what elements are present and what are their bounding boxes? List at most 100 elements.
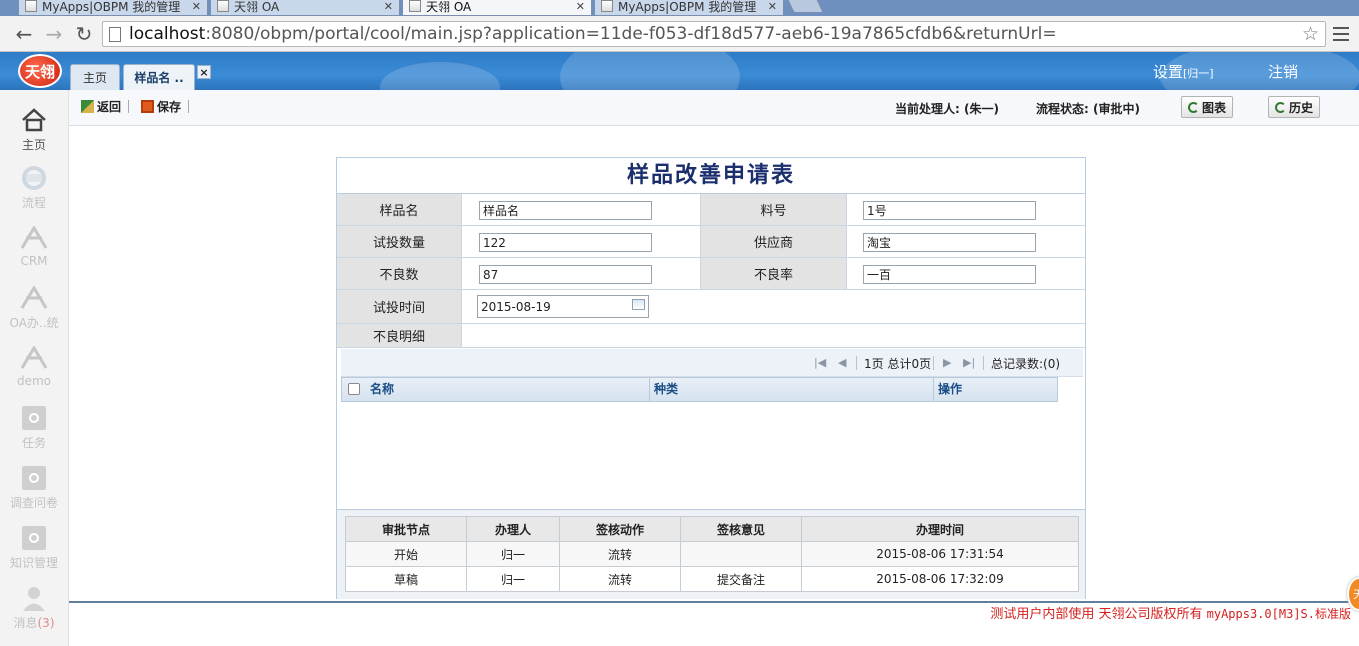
form-title: 样品改善申请表 <box>337 158 1085 194</box>
footer-copyright: 测试用户内部使用 天翎公司版权所有 myApps3.0[M3]S.标准版 <box>990 603 1351 622</box>
header-cloud-decoration <box>380 62 500 90</box>
cell: 122 <box>462 226 701 258</box>
column-header-action[interactable]: 操作 <box>934 378 1057 401</box>
save-icon <box>141 100 154 113</box>
supplier-input[interactable]: 淘宝 <box>863 233 1036 252</box>
chart-button[interactable]: 图表 <box>1181 96 1234 118</box>
refresh-icon <box>1275 101 1286 113</box>
browser-menu-icon[interactable] <box>1331 24 1351 44</box>
label-supplier: 供应商 <box>701 226 847 258</box>
label-defect-detail: 不良明细 <box>337 324 462 348</box>
trial-time-value: 2015-08-19 <box>481 299 551 314</box>
browser-tab[interactable]: MyApps|OBPM 我的管理 ✕ <box>18 0 208 16</box>
label-trial-qty: 试投数量 <box>337 226 462 258</box>
tab-current-document[interactable]: 样品名 .. <box>123 64 195 90</box>
browser-tab-title: MyApps|OBPM 我的管理 <box>618 0 757 14</box>
cell: 1号 <box>847 194 1085 226</box>
column-header-type[interactable]: 种类 <box>650 378 934 401</box>
column-header: 办理人 <box>466 516 560 542</box>
label-material-no: 料号 <box>701 194 847 226</box>
close-tab-icon[interactable]: ✕ <box>192 0 201 13</box>
sidebar-item-flow[interactable]: 流程 <box>0 164 73 211</box>
close-tab-icon[interactable]: × <box>197 65 211 79</box>
close-tab-icon[interactable]: ✕ <box>576 0 585 13</box>
close-tab-icon[interactable]: ✕ <box>768 0 777 13</box>
table-row: 草稿 归一 流转 提交备注 2015-08-06 17:32:09 <box>345 566 1079 592</box>
sidebar-item-home[interactable]: 主页 <box>0 106 73 153</box>
sidebar-item-label: 知识管理 <box>9 556 58 570</box>
new-tab-button[interactable] <box>786 0 824 13</box>
sidebar-item-demo[interactable]: demo <box>0 344 73 388</box>
cell-action: 流转 <box>559 541 681 567</box>
trial-qty-input[interactable]: 122 <box>479 233 652 252</box>
browser-tab-active[interactable]: 天翎 OA ✕ <box>402 0 592 16</box>
bookmark-star-icon[interactable]: ☆ <box>1302 23 1319 45</box>
back-arrow-icon[interactable]: ← <box>12 22 36 46</box>
last-page-icon[interactable]: ▶| <box>963 356 975 369</box>
logout-link[interactable]: 注销 <box>1268 61 1298 82</box>
forward-arrow-icon[interactable]: → <box>42 22 66 46</box>
url-text: localhost:8080/obpm/portal/cool/main.jsp… <box>129 24 1057 44</box>
label-sample-name: 样品名 <box>337 194 462 226</box>
cell-handler: 归一 <box>466 566 560 592</box>
sidebar-item-label: CRM <box>20 254 48 268</box>
sample-improvement-form: 样品改善申请表 样品名 样品名 料号 1号 试投数量 122 供应商 淘宝 不良… <box>336 157 1086 599</box>
chart-button-label: 图表 <box>1202 100 1227 115</box>
approval-history-table: 审批节点 办理人 签核动作 签核意见 办理时间 开始 归一 流转 2015-08… <box>345 516 1079 592</box>
page-icon <box>109 26 121 42</box>
browser-tab[interactable]: MyApps|OBPM 我的管理 ✕ <box>594 0 784 16</box>
select-all-checkbox[interactable] <box>348 383 360 395</box>
sidebar-item-crm[interactable]: CRM <box>0 224 73 268</box>
cell: 淘宝 <box>847 226 1085 258</box>
back-button[interactable]: 返回 <box>81 98 121 115</box>
home-icon <box>20 106 48 134</box>
cell: 2015-08-19 <box>462 290 1085 324</box>
gear-icon <box>20 404 48 432</box>
sidebar-item-label: 任务 <box>21 436 46 450</box>
close-tab-icon[interactable]: ✕ <box>384 0 393 13</box>
cell: 87 <box>462 258 701 290</box>
settings-link[interactable]: 设置[归一] <box>1153 61 1214 82</box>
reload-icon[interactable]: ↻ <box>72 22 96 46</box>
sidebar-item-oa[interactable]: OA办..统 <box>0 284 73 331</box>
message-count-badge: (3) <box>37 616 55 630</box>
history-button-label: 历史 <box>1289 100 1314 115</box>
prev-page-icon[interactable]: ◀ <box>838 356 846 369</box>
browser-tab[interactable]: 天翎 OA ✕ <box>210 0 400 16</box>
save-button[interactable]: 保存 <box>141 98 181 115</box>
back-button-label: 返回 <box>97 100 122 114</box>
action-bar: 返回 保存 当前处理人: (朱一) 流程状态: (审批中) 图表 历史 <box>69 90 1359 126</box>
sidebar-item-task[interactable]: 任务 <box>0 404 73 451</box>
defect-qty-input[interactable]: 87 <box>479 265 652 284</box>
app-logo: 天翎 <box>18 54 62 88</box>
history-button[interactable]: 历史 <box>1268 96 1321 118</box>
tab-home[interactable]: 主页 <box>70 64 120 90</box>
defect-rate-input[interactable]: 一百 <box>863 265 1036 284</box>
divider <box>983 356 984 370</box>
cell-node: 开始 <box>345 541 467 567</box>
column-header: 签核动作 <box>559 516 681 542</box>
divider <box>856 356 857 370</box>
material-no-input[interactable]: 1号 <box>863 201 1036 220</box>
sidebar-item-messages[interactable]: 消息(3) <box>0 584 73 631</box>
app-icon <box>20 344 48 372</box>
browser-tabstrip: MyApps|OBPM 我的管理 ✕ 天翎 OA ✕ 天翎 OA ✕ MyApp… <box>0 0 1359 16</box>
cell-node: 草稿 <box>345 566 467 592</box>
grid-pager: |◀ ◀ 1页 总计0页 ▶ ▶| 总记录数:(0) <box>341 349 1083 377</box>
sample-name-input[interactable]: 样品名 <box>479 201 652 220</box>
cell-action: 流转 <box>559 566 681 592</box>
cell: 一百 <box>847 258 1085 290</box>
cell-time: 2015-08-06 17:31:54 <box>801 541 1079 567</box>
favicon-icon <box>601 0 613 12</box>
sidebar-item-survey[interactable]: 调查问卷 <box>0 464 73 511</box>
calendar-icon[interactable] <box>632 299 645 310</box>
address-bar[interactable]: localhost:8080/obpm/portal/cool/main.jsp… <box>102 21 1326 47</box>
next-page-icon[interactable]: ▶ <box>943 356 951 369</box>
trial-time-datepicker[interactable]: 2015-08-19 <box>477 295 649 318</box>
column-header-name[interactable]: 名称 <box>366 378 650 401</box>
current-handler: 当前处理人: (朱一) <box>895 102 999 116</box>
first-page-icon[interactable]: |◀ <box>814 356 826 369</box>
sidebar-item-knowledge[interactable]: 知识管理 <box>0 524 73 571</box>
page-info: 1页 总计0页 <box>864 357 932 371</box>
column-header: 办理时间 <box>801 516 1079 542</box>
